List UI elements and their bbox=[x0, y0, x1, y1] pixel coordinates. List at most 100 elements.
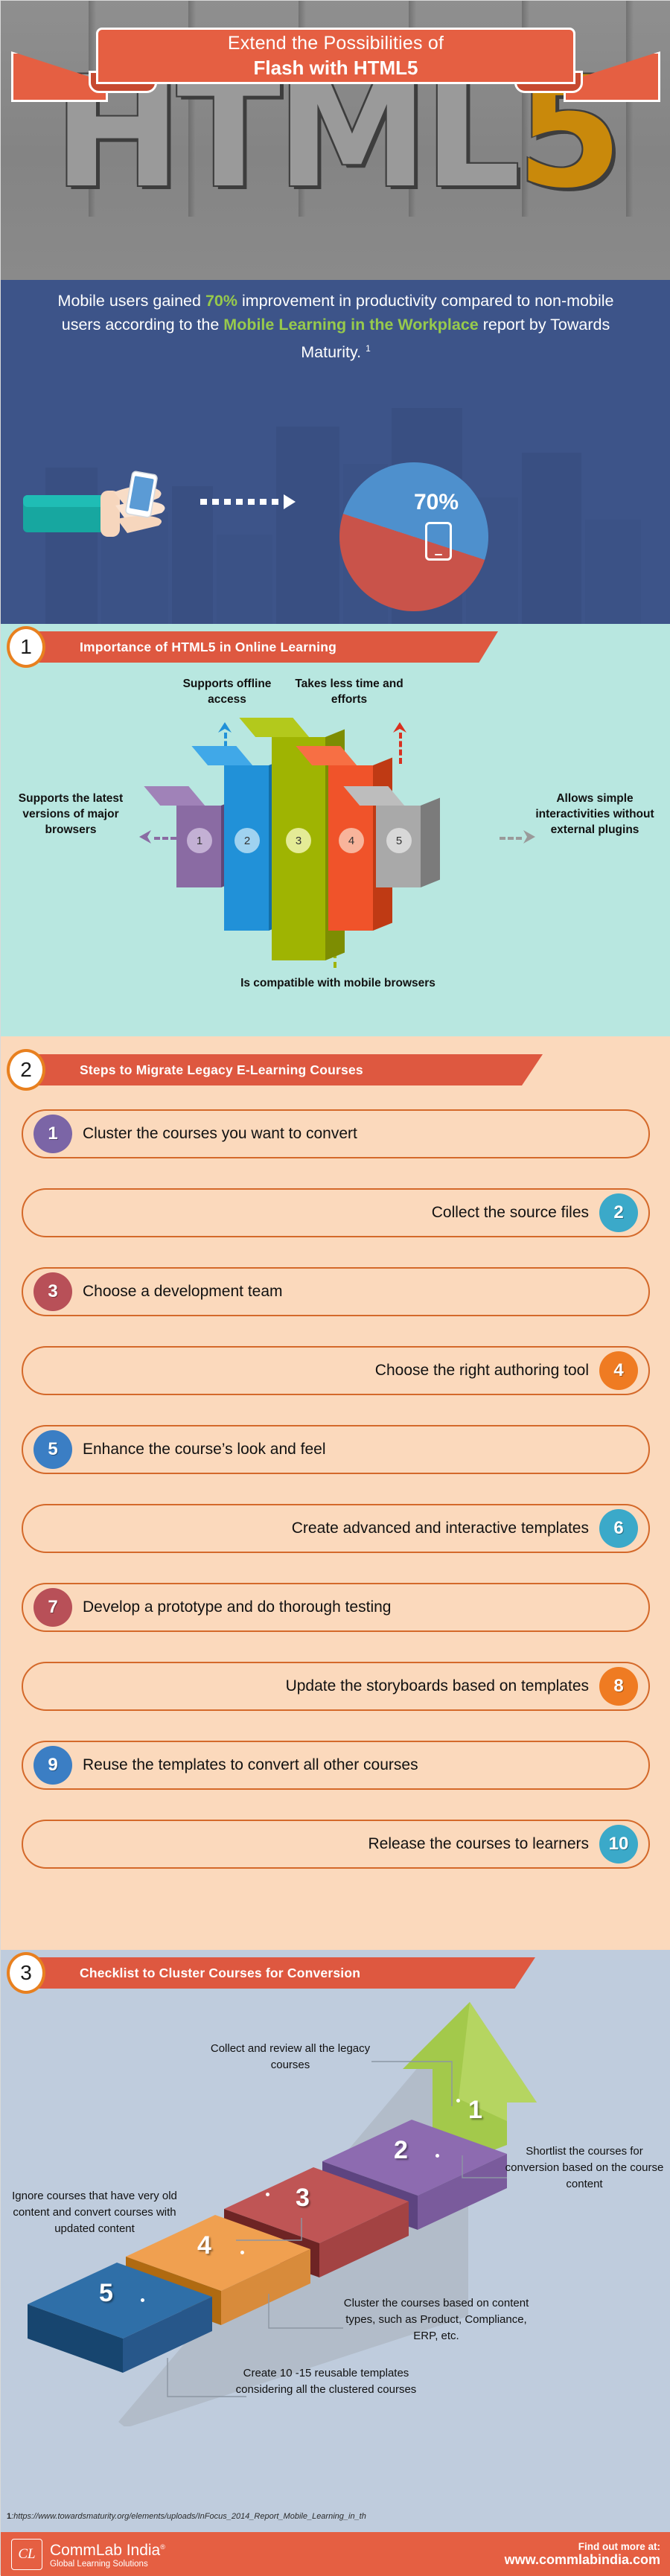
migration-step-pill: Develop a prototype and do thorough test… bbox=[22, 1583, 650, 1632]
migration-step-number-badge: 5 bbox=[34, 1430, 72, 1469]
migration-step-row[interactable]: Reuse the templates to convert all other… bbox=[1, 1733, 670, 1805]
migration-step-number-badge: 3 bbox=[34, 1272, 72, 1311]
migration-step-pill: Choose a development team bbox=[22, 1267, 650, 1316]
arrow-left-icon bbox=[139, 830, 151, 844]
arrow-up-icon-bar4 bbox=[393, 722, 406, 733]
section-2-banner-bar: Steps to Migrate Legacy E-Learning Cours… bbox=[22, 1054, 543, 1085]
title-ribbon-body: Extend the Possibilities of Flash with H… bbox=[96, 28, 575, 84]
migration-step-text: Choose a development team bbox=[83, 1283, 283, 1300]
section-2-steps: Steps to Migrate Legacy E-Learning Cours… bbox=[1, 1036, 670, 1950]
stat-highlight-report: Mobile Learning in the Workplace bbox=[223, 316, 479, 334]
connector-dash-left bbox=[154, 837, 176, 840]
progress-arrow-icon bbox=[200, 494, 327, 509]
migration-step-row[interactable]: Cluster the courses you want to convert 1 bbox=[1, 1102, 670, 1174]
migration-step-pill: Choose the right authoring tool bbox=[22, 1346, 650, 1395]
chart-bar-5-badge: 5 bbox=[386, 828, 412, 853]
migration-step-pill: Release the courses to learners bbox=[22, 1820, 650, 1869]
stair-step-4-dot bbox=[240, 2251, 244, 2254]
footer-brand-registered: ® bbox=[160, 2542, 165, 2551]
section-1-number-badge: 1 bbox=[7, 626, 45, 668]
stair-step-5-dot bbox=[141, 2298, 144, 2302]
title-ribbon: Extend the Possibilities of Flash with H… bbox=[1, 14, 670, 102]
chart-bar-3: 3 bbox=[239, 718, 345, 960]
title-line-1: Extend the Possibilities of bbox=[227, 32, 444, 54]
stat-text-part-1: Mobile users gained bbox=[57, 292, 205, 310]
migration-step-number-badge: 6 bbox=[599, 1509, 638, 1548]
stat-footnote-marker: 1 bbox=[366, 343, 371, 354]
migration-step-pill: Update the storyboards based on template… bbox=[22, 1662, 650, 1711]
migration-step-number-badge: 1 bbox=[34, 1115, 72, 1153]
migration-step-row[interactable]: Release the courses to learners 10 bbox=[1, 1812, 670, 1884]
migration-step-text: Cluster the courses you want to convert bbox=[83, 1125, 357, 1142]
migration-step-text: Create advanced and interactive template… bbox=[291, 1520, 589, 1537]
source-footnote: 1:https://www.towardsmaturity.org/elemen… bbox=[1, 2501, 670, 2532]
infographic-page: HTML5 Extend the Possibilities of Flash … bbox=[0, 0, 670, 2576]
section-1-banner: Importance of HTML5 in Online Learning 1 bbox=[1, 624, 670, 669]
chart-bar-1: 1 bbox=[144, 786, 240, 887]
stair-step-1-dot bbox=[456, 2099, 460, 2102]
pie-chart-value-label: 70% bbox=[414, 490, 459, 514]
hand-holding-phone-illustration bbox=[23, 462, 217, 567]
commlab-logo-mark-icon: CL bbox=[11, 2538, 42, 2570]
migration-step-pill: Create advanced and interactive template… bbox=[22, 1504, 650, 1553]
migration-step-text: Collect the source files bbox=[431, 1204, 589, 1221]
migration-step-number-badge: 4 bbox=[599, 1351, 638, 1390]
chart-label-mobile-browsers: Is compatible with mobile browsers bbox=[240, 977, 436, 989]
migration-step-pill: Enhance the course’s look and feel bbox=[22, 1425, 650, 1474]
migration-step-row[interactable]: Collect the source files 2 bbox=[1, 1181, 670, 1253]
stair-label-1: Collect and review all the legacy course… bbox=[210, 2042, 371, 2071]
footer-bar: CL CommLab India® Global Learning Soluti… bbox=[1, 2532, 670, 2576]
chart-label-browsers: Supports the latest versions of major br… bbox=[18, 792, 124, 836]
section-3-banner-bar: Checklist to Cluster Courses for Convers… bbox=[22, 1957, 535, 1989]
stair-step-2-dot bbox=[436, 2154, 439, 2158]
section-3-checklist: Checklist to Cluster Courses for Convers… bbox=[1, 1950, 670, 2501]
chart-bar-2-badge: 2 bbox=[234, 828, 260, 853]
stair-step-3-number: 3 bbox=[296, 2184, 310, 2212]
migration-step-row[interactable]: Choose the right authoring tool 4 bbox=[1, 1339, 670, 1411]
migration-step-row[interactable]: Develop a prototype and do thorough test… bbox=[1, 1575, 670, 1648]
footer-brand-name: CommLab India® bbox=[50, 2539, 165, 2559]
commlab-logo[interactable]: CL CommLab India® Global Learning Soluti… bbox=[11, 2538, 165, 2570]
migration-step-pill: Cluster the courses you want to convert bbox=[22, 1109, 650, 1158]
connector-dash-right bbox=[500, 837, 522, 840]
footer-cta-block: Find out more at: www.commlabindia.com bbox=[505, 2541, 660, 2568]
footer-website-link[interactable]: www.commlabindia.com bbox=[505, 2552, 660, 2568]
stat-section: Mobile users gained 70% improvement in p… bbox=[1, 280, 670, 624]
section-3-banner: Checklist to Cluster Courses for Convers… bbox=[1, 1950, 670, 1995]
source-text: 1:https://www.towardsmaturity.org/elemen… bbox=[1, 2512, 366, 2521]
migration-step-number-badge: 8 bbox=[599, 1667, 638, 1706]
migration-step-text: Develop a prototype and do thorough test… bbox=[83, 1598, 392, 1616]
stair-label-4: Cluster the courses based on content typ… bbox=[343, 2297, 529, 2342]
migration-step-number-badge: 9 bbox=[34, 1746, 72, 1785]
migration-step-number-badge: 10 bbox=[599, 1825, 638, 1864]
stair-label-2: Shortlist the courses for conversion bas… bbox=[505, 2145, 664, 2190]
chart-bar-5: 5 bbox=[343, 786, 440, 887]
arrow-up-icon-bar2 bbox=[218, 722, 232, 733]
productivity-pie-chart bbox=[339, 462, 488, 611]
migration-step-text: Enhance the course’s look and feel bbox=[83, 1441, 326, 1458]
migration-step-list: Cluster the courses you want to convert 1… bbox=[1, 1102, 670, 1891]
migration-step-row[interactable]: Choose a development team 3 bbox=[1, 1260, 670, 1332]
connector-dash-bar4 bbox=[399, 733, 402, 764]
migration-step-row[interactable]: Update the storyboards based on template… bbox=[1, 1654, 670, 1727]
footer-tagline: Global Learning Solutions bbox=[50, 2559, 148, 2569]
checklist-staircase-diagram: 1 2 3 4 5 Collect and review all the leg… bbox=[1, 1995, 670, 2456]
stat-highlight-percent: 70% bbox=[205, 292, 237, 310]
stair-step-1-number: 1 bbox=[468, 2096, 482, 2124]
header-section: HTML5 Extend the Possibilities of Flash … bbox=[1, 1, 670, 280]
title-line-2: Flash with HTML5 bbox=[253, 56, 418, 79]
chart-label-interactivities: Allows simple interactivities without ex… bbox=[535, 792, 654, 836]
migration-step-text: Choose the right authoring tool bbox=[374, 1362, 589, 1379]
footer-brand-text: CommLab India bbox=[50, 2541, 161, 2559]
chart-bar-2: 2 bbox=[191, 746, 288, 931]
section-3-number-badge: 3 bbox=[7, 1952, 45, 1994]
migration-step-row[interactable]: Create advanced and interactive template… bbox=[1, 1496, 670, 1569]
stair-step-3-dot bbox=[266, 2193, 269, 2196]
section-1-importance: Importance of HTML5 in Online Learning 1… bbox=[1, 624, 670, 1036]
section-3-title: Checklist to Cluster Courses for Convers… bbox=[80, 1965, 361, 1980]
migration-step-text: Release the courses to learners bbox=[368, 1835, 590, 1852]
migration-step-row[interactable]: Enhance the course’s look and feel 5 bbox=[1, 1418, 670, 1490]
html5-importance-bar-chart: Supports offline access Takes less time … bbox=[1, 678, 670, 1035]
section-1-title: Importance of HTML5 in Online Learning bbox=[80, 639, 336, 654]
footer-cta-text: Find out more at: bbox=[578, 2540, 660, 2552]
